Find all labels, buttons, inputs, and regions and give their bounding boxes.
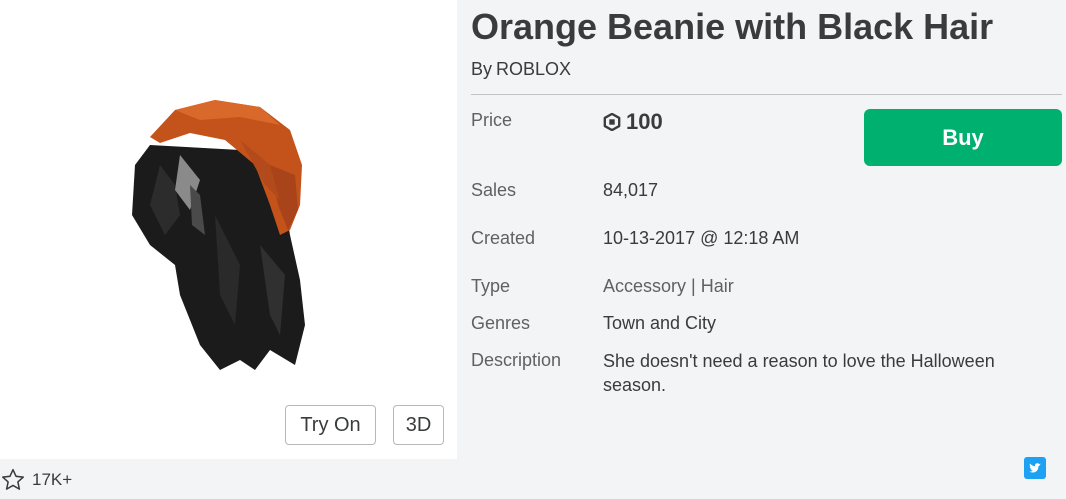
creator-link[interactable]: ROBLOX <box>496 59 571 79</box>
genres-label: Genres <box>471 313 531 333</box>
creator-line: By ROBLOX <box>471 59 571 80</box>
favorite-count: 17K+ <box>32 470 73 489</box>
item-image <box>132 100 305 370</box>
star-outline-icon[interactable] <box>0 467 26 493</box>
price-value: 100 <box>603 109 663 135</box>
twitter-share-button[interactable] <box>1024 457 1046 479</box>
view-3d-button[interactable]: 3D <box>393 405 444 445</box>
description-label: Description <box>471 350 562 370</box>
divider <box>471 94 1062 95</box>
genres-value[interactable]: Town and City <box>603 313 716 334</box>
type-value[interactable]: Accessory | Hair <box>603 276 734 297</box>
description-text: She doesn't need a reason to love the Ha… <box>603 351 995 395</box>
by-label: By <box>471 59 493 79</box>
item-title: Orange Beanie with Black Hair <box>471 6 994 47</box>
type-label: Type <box>471 276 511 296</box>
twitter-icon <box>1029 463 1041 473</box>
item-thumbnail: Try On 3D <box>0 0 457 459</box>
sales-value: 84,017 <box>603 180 659 200</box>
created-label: Created <box>471 228 536 248</box>
robux-icon <box>603 113 621 131</box>
price-label: Price <box>471 110 513 130</box>
sales-label: Sales <box>471 180 517 200</box>
price-amount: 100 <box>626 109 663 134</box>
favorite-control[interactable]: 17K+ <box>0 462 72 498</box>
buy-button[interactable]: Buy <box>864 109 1062 166</box>
try-on-button[interactable]: Try On <box>285 405 376 445</box>
created-value: 10-13-2017 @ 12:18 AM <box>603 228 800 248</box>
